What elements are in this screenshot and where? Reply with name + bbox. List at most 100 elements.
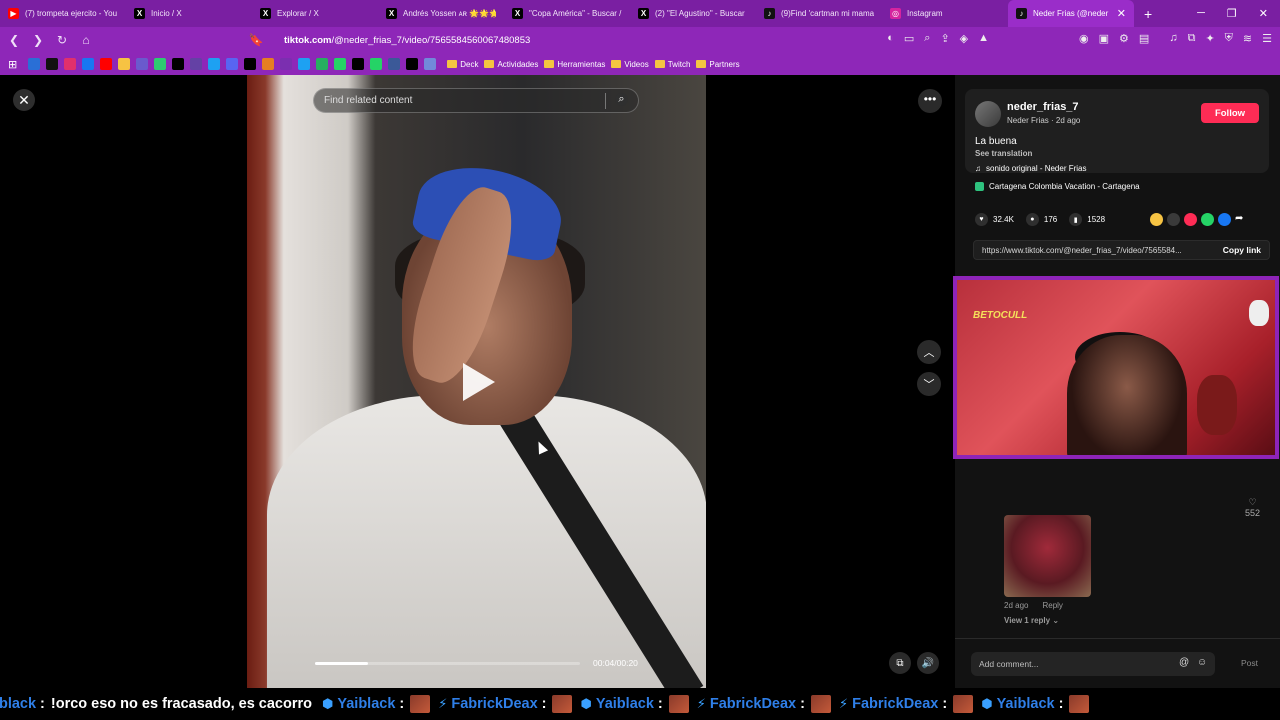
extension-icon[interactable]: ≋ [1243,32,1252,45]
browser-tab[interactable]: X Inicio / X [126,0,252,27]
share-icon[interactable]: ⇪ [940,32,949,45]
send-to-friends-icon[interactable] [1184,213,1197,226]
extension-icon[interactable]: ▲ [978,32,989,45]
bookmark-favicon-icon[interactable] [226,58,239,70]
reply-link[interactable]: Reply [1042,601,1062,610]
copy-link-button[interactable]: Copy link [1223,245,1261,255]
extension-icon[interactable]: ◈ [960,32,968,45]
browser-tab[interactable]: X "Copa América" - Buscar / [504,0,630,27]
browser-tab[interactable]: X Andrés Yossen ᴀʀ 🌟🌟🌟 [378,0,504,27]
minimize-icon[interactable]: ─ [1197,7,1205,20]
browser-tab[interactable]: ◎ Instagram [882,0,1008,27]
music-icon[interactable]: ♫ [1169,32,1177,45]
bookmark-favicon-icon[interactable] [244,58,257,70]
reload-icon[interactable]: ↻ [52,33,72,47]
extension-icon[interactable]: ▣ [1099,32,1109,45]
bookmark-folder[interactable]: Partners [696,60,740,69]
bookmark-favicon-icon[interactable] [388,58,401,70]
video-player[interactable]: Find related content ⌕ 00:04/00:20 [247,75,706,688]
search-icon[interactable]: ⌕ [615,93,628,106]
previous-video-icon[interactable]: ︿ [917,340,941,364]
share-arrow-icon[interactable]: ➦ [1235,213,1243,226]
bookmark-favicon-icon[interactable] [82,58,95,70]
see-translation-link[interactable]: See translation [975,149,1032,158]
extension-icon[interactable]: ▭ [904,32,914,45]
volume-icon[interactable]: 🔊 [917,652,939,674]
more-options-icon[interactable]: ••• [918,89,942,113]
location-row[interactable]: Cartagena Colombia Vacation - Cartagena [975,182,1140,191]
extension-icon[interactable]: ◉ [1079,32,1089,45]
new-tab-button[interactable]: + [1134,6,1162,22]
facebook-icon[interactable] [1218,213,1231,226]
comment-like-button[interactable]: ♡ 552 [1245,497,1260,518]
username[interactable]: neder_frias_7 [1007,101,1079,113]
browser-tab[interactable]: X Explorar / X [252,0,378,27]
bookmark-folder[interactable]: Videos [611,60,649,69]
follow-button[interactable]: Follow [1201,103,1259,123]
post-comment-button[interactable]: Post [1241,658,1258,668]
home-icon[interactable]: ⌂ [76,33,96,47]
bookmark-favicon-icon[interactable] [100,58,113,70]
bookmark-favicon-icon[interactable] [424,58,437,70]
repost-icon[interactable] [1150,213,1163,226]
whatsapp-icon[interactable] [1201,213,1214,226]
like-button[interactable]: ♥ 32.4K [975,213,1014,226]
bookmark-favicon-icon[interactable] [298,58,311,70]
bookmark-favicon-icon[interactable] [28,58,41,70]
close-window-icon[interactable]: ✕ [1259,7,1268,20]
play-icon[interactable] [463,363,495,401]
extension-icon[interactable]: ▤ [1139,32,1149,45]
bookmark-folder[interactable]: Herramientas [544,60,605,69]
bookmark-favicon-icon[interactable] [280,58,293,70]
back-icon[interactable]: ❮ [4,33,24,47]
url-field[interactable]: tiktok.com/@neder_frias_7/video/75655845… [284,35,530,46]
bookmark-favicon-icon[interactable] [316,58,329,70]
menu-icon[interactable]: ☰ [1262,32,1272,45]
browser-tab[interactable]: ♪ (9)Find 'cartman mi mama [756,0,882,27]
bookmark-folder[interactable]: Deck [447,60,478,69]
mention-icon[interactable]: @ [1179,657,1189,668]
share-link-field[interactable]: https://www.tiktok.com/@neder_frias_7/vi… [973,240,1270,260]
apps-grid-icon[interactable]: ⊞ [8,58,17,71]
forward-icon[interactable]: ❯ [28,33,48,47]
restore-icon[interactable]: ❐ [1227,7,1237,20]
bookmark-favicon-icon[interactable] [334,58,347,70]
bookmark-favicon-icon[interactable] [136,58,149,70]
bookmark-folder[interactable]: Actividades [484,60,538,69]
browser-tab[interactable]: ♪ Neder Frias (@neder ✕ [1008,0,1134,27]
close-icon[interactable]: ✕ [13,89,35,111]
extension-icon[interactable]: ◐ [887,32,894,45]
bookmark-favicon-icon[interactable] [154,58,167,70]
view-replies-link[interactable]: View 1 reply ⌄ [1004,616,1059,625]
bookmark-favicon-icon[interactable] [262,58,275,70]
bookmark-favicon-icon[interactable] [64,58,77,70]
bookmark-favicon-icon[interactable] [172,58,185,70]
comment-button[interactable]: ● 176 [1025,213,1057,226]
related-search-input[interactable]: Find related content ⌕ [313,88,639,113]
mini-player-icon[interactable]: ⧉ [889,652,911,674]
bookmark-favicon-icon[interactable] [208,58,221,70]
browser-tab[interactable]: X (2) "El Agustino" - Buscar [630,0,756,27]
browser-tab[interactable]: ▶ (7) trompeta ejercito - You [0,0,126,27]
extension-icon[interactable]: ✦ [1205,32,1214,45]
video-progress-bar[interactable] [315,662,580,665]
close-tab-icon[interactable]: ✕ [1117,7,1126,20]
extension-icon[interactable]: ⧉ [1188,32,1196,45]
emoji-icon[interactable]: ☺ [1197,657,1207,668]
bookmark-favicon-icon[interactable] [406,58,419,70]
comment-input[interactable]: Add comment... @ ☺ [971,652,1215,676]
next-video-icon[interactable]: ﹀ [917,372,941,396]
bookmark-favicon-icon[interactable] [352,58,365,70]
music-row[interactable]: ♫ sonido original - Neder Frias [975,164,1087,173]
embed-icon[interactable] [1167,213,1180,226]
shield-icon[interactable]: ⛨ [1225,32,1233,45]
bookmark-favicon-icon[interactable] [118,58,131,70]
bookmark-page-icon[interactable]: 🔖 [246,33,266,47]
avatar[interactable] [975,101,1001,127]
bookmark-folder[interactable]: Twitch [654,60,690,69]
zoom-icon[interactable]: ⌕ [924,32,930,45]
extension-icon[interactable]: ⚙ [1119,32,1129,45]
bookmark-favicon-icon[interactable] [190,58,203,70]
save-button[interactable]: ▮ 1528 [1069,213,1105,226]
bookmark-favicon-icon[interactable] [370,58,383,70]
